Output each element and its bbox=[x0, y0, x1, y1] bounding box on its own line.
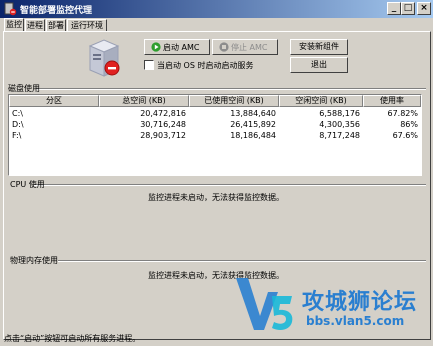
table-row[interactable]: F:\ 28,903,712 18,186,484 8,717,248 67.6… bbox=[9, 130, 421, 141]
start-amc-button[interactable]: 启动 AMC bbox=[144, 39, 210, 55]
start-amc-label: 启动 AMC bbox=[163, 43, 200, 52]
play-icon bbox=[151, 42, 161, 52]
stop-amc-label: 停止 AMC bbox=[231, 43, 268, 52]
column-used[interactable]: 已使用空间 (KB) bbox=[189, 95, 279, 107]
column-partition[interactable]: 分区 bbox=[9, 95, 99, 107]
watermark-url: bbs.vlan5.com bbox=[306, 314, 405, 328]
cell-total: 30,716,248 bbox=[140, 120, 186, 129]
cpu-section-label: CPU 使用 bbox=[10, 180, 45, 189]
memory-section-label: 物理内存使用 bbox=[10, 256, 58, 265]
cell-used: 13,884,640 bbox=[230, 109, 276, 118]
cell-total: 28,903,712 bbox=[140, 131, 186, 140]
minimize-button[interactable]: _ bbox=[387, 2, 401, 15]
autostart-checkbox[interactable] bbox=[144, 60, 154, 70]
exit-button[interactable]: 退出 bbox=[290, 57, 348, 73]
app-icon bbox=[4, 2, 17, 16]
cpu-status-message: 监控进程未启动，无法获得监控数据。 bbox=[148, 193, 284, 202]
autostart-label: 当启动 OS 时启动启动服务 bbox=[157, 61, 254, 70]
table-header: 分区 总空间 (KB) 已使用空间 (KB) 空闲空间 (KB) 使用率 bbox=[9, 95, 421, 107]
forum-watermark: 攻城狮论坛 bbs.vlan5.com bbox=[232, 270, 432, 338]
disk-section-label: 磁盘使用 bbox=[8, 84, 40, 93]
watermark-title: 攻城狮论坛 bbox=[302, 290, 418, 315]
column-free[interactable]: 空闲空间 (KB) bbox=[279, 95, 363, 107]
stop-amc-button[interactable]: 停止 AMC bbox=[212, 39, 278, 55]
cell-partition: F:\ bbox=[12, 131, 22, 140]
cell-used: 26,415,892 bbox=[230, 120, 276, 129]
cpu-section-divider bbox=[34, 184, 426, 186]
install-component-button[interactable]: 安装新组件 bbox=[290, 39, 348, 55]
cell-usage: 67.6% bbox=[392, 131, 418, 140]
stop-icon bbox=[219, 42, 229, 52]
cell-usage: 67.82% bbox=[387, 109, 418, 118]
column-total[interactable]: 总空间 (KB) bbox=[99, 95, 189, 107]
disk-section-divider bbox=[36, 88, 426, 90]
v5-logo-icon bbox=[236, 278, 293, 330]
cell-free: 8,717,248 bbox=[319, 131, 360, 140]
close-button[interactable]: × bbox=[417, 2, 431, 15]
title-bar[interactable]: 智能部署监控代理 _ □ × bbox=[0, 0, 433, 18]
table-row[interactable]: C:\ 20,472,816 13,884,640 6,588,176 67.8… bbox=[9, 108, 421, 119]
status-bar: 点击“启动”按钮可启动所有服务进程。 bbox=[0, 332, 433, 346]
column-usage[interactable]: 使用率 bbox=[363, 95, 421, 107]
disk-usage-table[interactable]: 分区 总空间 (KB) 已使用空间 (KB) 空闲空间 (KB) 使用率 C:\… bbox=[8, 94, 422, 176]
window-title: 智能部署监控代理 bbox=[20, 6, 93, 16]
table-row[interactable]: D:\ 30,716,248 26,415,892 4,300,356 86% bbox=[9, 119, 421, 130]
cell-free: 6,588,176 bbox=[319, 109, 360, 118]
cell-total: 20,472,816 bbox=[140, 109, 186, 118]
status-text: 点击“启动”按钮可启动所有服务进程。 bbox=[4, 334, 141, 343]
cell-used: 18,186,484 bbox=[230, 131, 276, 140]
server-stopped-icon bbox=[88, 39, 120, 77]
cell-partition: C:\ bbox=[12, 109, 23, 118]
tab-monitor[interactable]: 监控 bbox=[4, 18, 24, 32]
maximize-button[interactable]: □ bbox=[401, 2, 415, 15]
memory-section-divider bbox=[58, 260, 426, 262]
cell-partition: D:\ bbox=[12, 120, 24, 129]
cell-usage: 86% bbox=[400, 120, 418, 129]
cell-free: 4,300,356 bbox=[319, 120, 360, 129]
